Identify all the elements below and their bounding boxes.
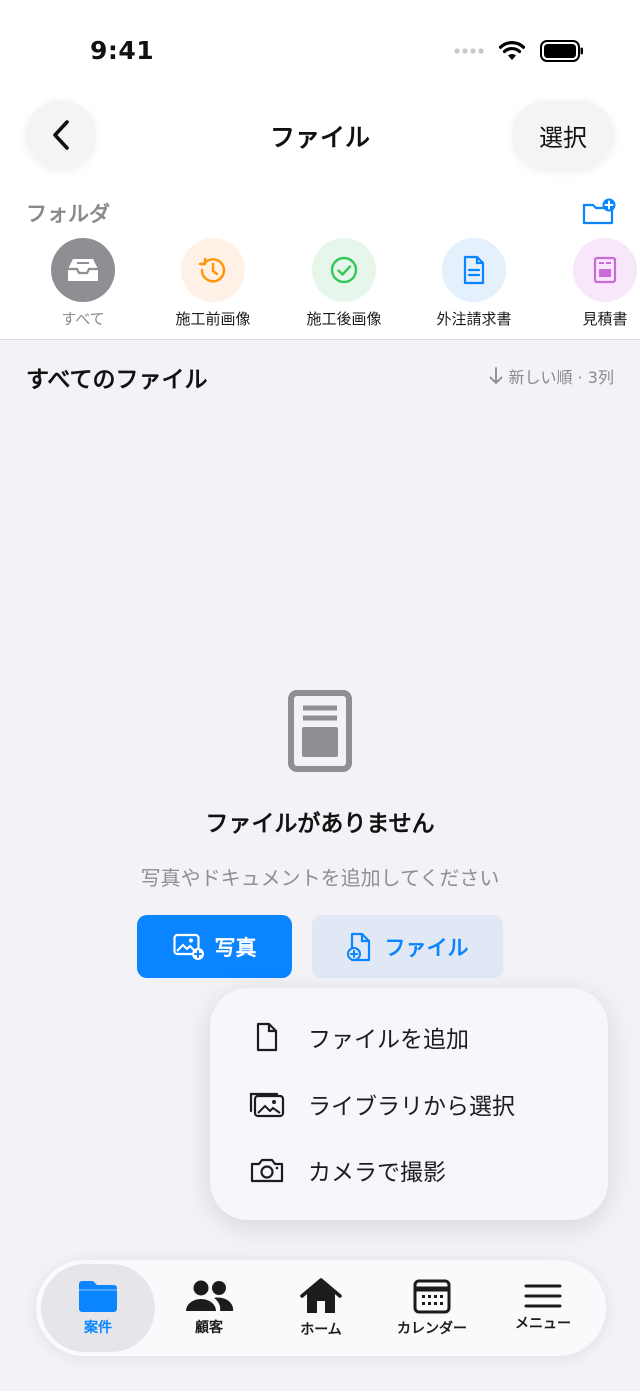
quote-document-icon <box>573 238 637 302</box>
doc-icon <box>248 1022 286 1052</box>
add-photo-label: 写真 <box>214 935 257 960</box>
tab-calendar[interactable]: カレンダー <box>375 1264 489 1352</box>
photo-library-icon <box>248 1090 286 1118</box>
people-icon <box>186 1280 234 1311</box>
header: ファイル 選択 フォルダ すべて 施工前画像 施工後画像 外注請求書 見積書 <box>0 100 640 340</box>
folder-outsourcing-invoice[interactable]: 外注請求書 <box>409 238 539 329</box>
section-title: すべてのファイル <box>26 367 208 393</box>
folder-label: 施工前画像 <box>175 310 251 328</box>
add-file-label: ファイル <box>384 935 469 960</box>
folder-label: すべて <box>61 310 105 328</box>
add-photo-button[interactable]: 写真 <box>137 915 292 978</box>
tab-customers[interactable]: 顧客 <box>152 1264 266 1352</box>
clock-history-icon <box>181 238 245 302</box>
folder-label: 施工後画像 <box>306 310 382 328</box>
menu-item-camera[interactable]: カメラで撮影 <box>248 1150 446 1190</box>
folder-before-photos[interactable]: 施工前画像 <box>148 238 278 329</box>
battery-icon <box>540 40 583 62</box>
tab-label: ホーム <box>300 1322 342 1338</box>
signal-icon <box>454 48 484 54</box>
menu-item-add-file[interactable]: ファイルを追加 <box>248 1017 469 1057</box>
empty-file-icon <box>288 690 352 772</box>
folder-after-photos[interactable]: 施工後画像 <box>279 238 409 329</box>
tab-label: 顧客 <box>195 1320 223 1336</box>
tab-label: メニュー <box>515 1316 571 1332</box>
status-bar: 9:41 <box>0 0 640 100</box>
menu-item-label: カメラで撮影 <box>308 1160 446 1186</box>
empty-subtitle: 写真やドキュメントを追加してください <box>140 866 500 890</box>
new-folder-icon[interactable] <box>582 198 616 226</box>
sort-control[interactable]: 新しい順 · 3列 <box>489 364 614 388</box>
tab-label: 案件 <box>84 1320 112 1336</box>
file-add-icon <box>346 932 370 961</box>
folder-all[interactable]: すべて <box>18 238 148 329</box>
folder-list: すべて 施工前画像 施工後画像 外注請求書 見積書 <box>0 238 640 334</box>
select-button[interactable]: 選択 <box>512 100 614 170</box>
calendar-icon <box>413 1279 451 1314</box>
folder-label: 見積書 <box>582 310 628 328</box>
folder-estimate[interactable]: 見積書 <box>540 238 640 329</box>
checkmark-circle-icon <box>312 238 376 302</box>
menu-icon <box>524 1284 562 1308</box>
tab-projects[interactable]: 案件 <box>41 1264 155 1352</box>
menu-item-label: ファイルを追加 <box>308 1027 469 1053</box>
tab-bar: 案件 顧客 ホーム カレンダー メニュー <box>36 1260 606 1356</box>
add-file-button[interactable]: ファイル <box>312 915 503 978</box>
arrow-down-icon <box>489 367 502 384</box>
status-indicators <box>454 40 584 62</box>
tab-menu[interactable]: メニュー <box>486 1264 600 1352</box>
camera-icon <box>248 1156 286 1184</box>
sort-label: 新しい順 · 3列 <box>508 368 614 387</box>
menu-item-label: ライブラリから選択 <box>308 1094 515 1120</box>
tray-icon <box>51 238 115 302</box>
folder-section-label: フォルダ <box>26 202 110 226</box>
folder-label: 外注請求書 <box>436 310 512 328</box>
document-icon <box>442 238 506 302</box>
menu-item-library[interactable]: ライブラリから選択 <box>248 1084 515 1124</box>
add-menu: ファイルを追加 ライブラリから選択 カメラで撮影 <box>210 988 608 1220</box>
photo-add-icon <box>172 933 204 960</box>
status-time: 9:41 <box>90 36 155 65</box>
house-icon <box>300 1278 342 1313</box>
empty-title: ファイルがありません <box>205 811 435 837</box>
wifi-icon <box>498 41 526 60</box>
tab-home[interactable]: ホーム <box>264 1264 378 1352</box>
folder-icon <box>79 1281 117 1312</box>
tab-label: カレンダー <box>397 1321 467 1337</box>
